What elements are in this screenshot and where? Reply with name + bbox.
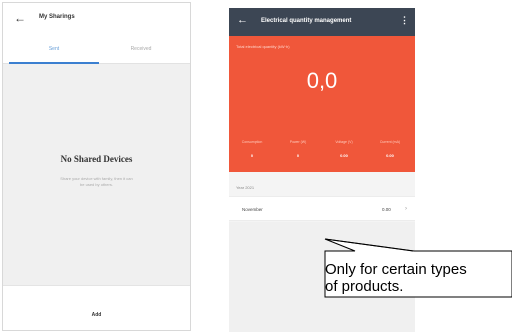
sharing-footer: Add: [3, 285, 190, 330]
sharing-screen: ← My Sharings Sent Received No Shared De…: [2, 2, 191, 331]
summary-subtitle: Total electrical quantity (kW·h): [236, 44, 290, 49]
year-label: Year 2021: [236, 185, 255, 190]
callout-line-2: of products.: [325, 278, 404, 295]
month-row[interactable]: November 0.00 ›: [229, 196, 415, 221]
stat-item: Current (mA) 0.00: [367, 140, 413, 158]
total-quantity-value: 0,0: [306, 68, 338, 93]
stat-item: Voltage (V) 0.00: [321, 140, 367, 158]
app-bar: ← Electrical quantity management ⋮: [229, 8, 415, 36]
stat-label: Power (W): [289, 140, 307, 144]
empty-state: No Shared Devices Share your device with…: [3, 64, 190, 287]
tab-sent[interactable]: Sent: [9, 46, 99, 52]
month-value: 0.00: [382, 207, 391, 212]
chevron-right-icon: ›: [405, 206, 407, 212]
stat-label: Current (mA): [379, 140, 401, 144]
summary-stats: Consumption 0 Power (W) 0 Voltage (V) 0.…: [229, 140, 415, 168]
stat-label: Consumption: [241, 140, 263, 144]
stat-value: 0.00: [386, 153, 394, 158]
sharing-header: ← My Sharings: [3, 3, 190, 35]
empty-state-title: No Shared Devices: [60, 154, 133, 164]
stat-item: Consumption 0: [229, 140, 275, 158]
summary-panel: Total electrical quantity (kW·h) 0,0 Con…: [229, 36, 415, 172]
stat-label: Voltage (V): [335, 140, 353, 144]
arrow-left-icon[interactable]: ←: [237, 15, 248, 26]
sharing-tabs: Sent Received: [3, 35, 190, 64]
add-button[interactable]: Add: [3, 312, 190, 318]
stat-value: 0: [250, 153, 254, 158]
month-label: November: [242, 207, 263, 212]
page-title: My Sharings: [39, 14, 75, 20]
page-title: Electrical quantity management: [261, 18, 352, 24]
empty-state-description: Share your device with family, then it c…: [60, 176, 133, 187]
arrow-left-icon[interactable]: ←: [14, 12, 26, 24]
callout-text: Only for certain types of products.: [325, 261, 511, 295]
tab-received[interactable]: Received: [96, 46, 186, 52]
stat-value: 0: [296, 153, 300, 158]
callout-line-1: Only for certain types: [325, 261, 467, 278]
stat-item: Power (W) 0: [275, 140, 321, 158]
stat-value: 0.00: [340, 153, 348, 158]
more-vertical-icon[interactable]: ⋮: [400, 16, 409, 25]
